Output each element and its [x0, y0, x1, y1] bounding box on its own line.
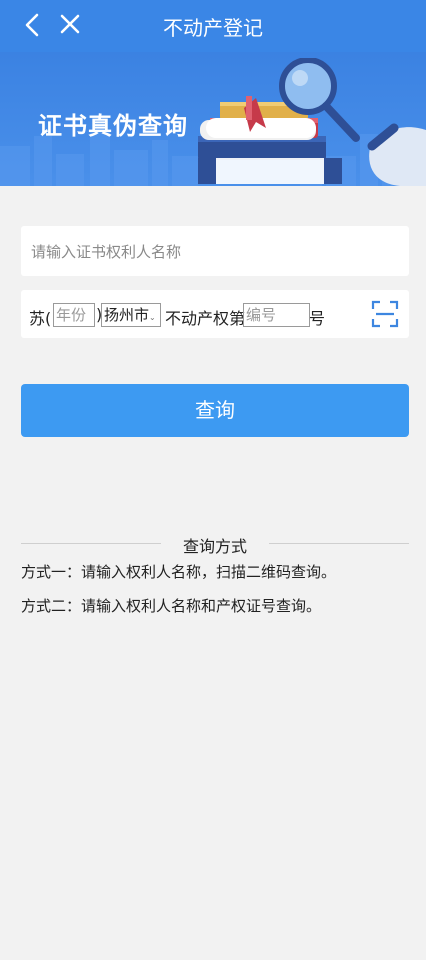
banner: 证书真伪查询 [0, 52, 426, 186]
banner-title: 证书真伪查询 [38, 112, 188, 140]
query-button[interactable]: 查询 [21, 384, 409, 437]
cert-number-field[interactable]: 编号 [243, 303, 310, 327]
cert-suffix: 号 [309, 309, 326, 328]
method-item: 方式一：请输入权利人名称，扫描二维码查询。 [21, 563, 337, 581]
methods-divider: 查询方式 [21, 533, 409, 556]
top-bar: 不动产登记 [0, 0, 426, 52]
page-title: 不动产登记 [163, 16, 263, 40]
city-select-value: 扬州市 [104, 306, 150, 324]
books-certificate-illustration [198, 58, 426, 186]
cert-prefix: 苏( [29, 309, 52, 328]
year-field[interactable]: 年份 [53, 303, 95, 327]
chevron-down-icon: ⌄ [149, 313, 156, 322]
owner-name-placeholder: 请输入证书权利人名称 [31, 243, 182, 261]
methods-heading: 查询方式 [21, 533, 409, 557]
cert-middle-text: 不动产权第 [165, 309, 246, 328]
city-select[interactable]: 扬州市⌄ [101, 303, 161, 327]
methods-title: 查询方式 [174, 537, 255, 556]
certificate-number-row: 苏( 年份 ) 扬州市⌄ 不动产权第 编号 号 [21, 290, 409, 338]
owner-name-field[interactable]: 请输入证书权利人名称 [21, 226, 409, 276]
scan-icon[interactable] [371, 300, 399, 328]
method-item: 方式二：请输入权利人名称和产权证号查询。 [21, 597, 322, 615]
